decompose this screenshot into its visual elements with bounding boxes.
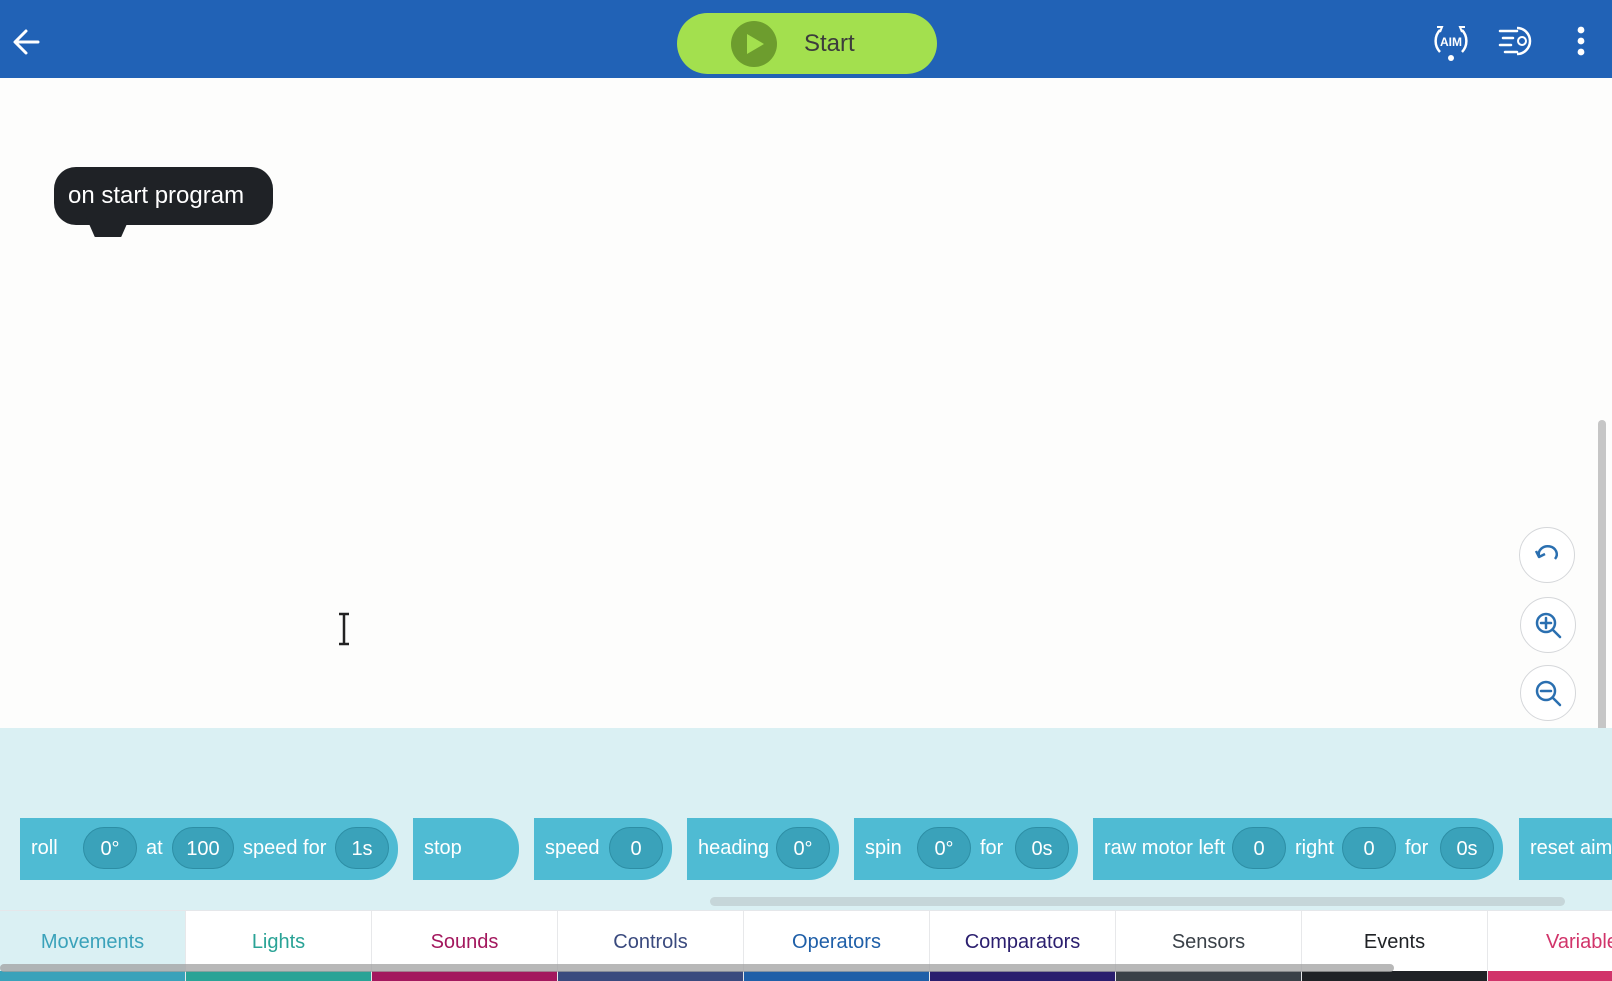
- block-word: speed for: [243, 837, 327, 859]
- heading-input[interactable]: 0°: [83, 827, 137, 869]
- heading-input[interactable]: 0°: [776, 827, 830, 869]
- palette-horizontal-scrollbar[interactable]: [710, 897, 1565, 906]
- tab-label: Controls: [613, 931, 688, 953]
- play-icon: [731, 21, 777, 67]
- duration-input[interactable]: 0s: [1440, 827, 1494, 869]
- on-start-label: on start program: [68, 182, 245, 209]
- text-cursor-icon: [339, 612, 349, 646]
- undo-icon: [1534, 545, 1558, 560]
- tab-label: Comparators: [964, 931, 1081, 953]
- tab-label: Operators: [792, 931, 881, 953]
- heading-block[interactable]: heading 0°: [687, 818, 839, 880]
- block-word: for: [980, 837, 1004, 859]
- speed-input[interactable]: 0: [609, 827, 663, 869]
- block-word: spin: [865, 837, 902, 859]
- tab-label: Sensors: [1171, 931, 1246, 953]
- block-word: reset aim: [1530, 837, 1612, 859]
- start-button[interactable]: Start: [677, 13, 937, 74]
- zoom-in-icon: [1535, 612, 1562, 639]
- duration-input[interactable]: 1s: [335, 827, 389, 869]
- tab-label: Lights: [251, 931, 306, 953]
- aim-icon[interactable]: AIM: [1431, 21, 1471, 61]
- tab-label: Movements: [40, 931, 145, 953]
- undo-button[interactable]: [1519, 527, 1575, 583]
- reset-aim-block[interactable]: reset aim: [1519, 818, 1612, 880]
- arrow-left-icon: [13, 29, 40, 55]
- block-word: speed: [545, 837, 600, 859]
- right-motor-input[interactable]: 0: [1342, 827, 1396, 869]
- duration-input[interactable]: 0s: [1015, 827, 1069, 869]
- tab-label: Sounds: [430, 931, 499, 953]
- more-vertical-icon[interactable]: [1561, 21, 1601, 61]
- aim-icon-label: AIM: [1440, 35, 1462, 49]
- left-motor-input[interactable]: 0: [1232, 827, 1286, 869]
- tab-label: Events: [1363, 931, 1426, 953]
- angle-input[interactable]: 0°: [917, 827, 971, 869]
- zoom-out-button[interactable]: [1520, 665, 1576, 721]
- speed-block[interactable]: speed 0: [534, 818, 672, 880]
- tab-variables[interactable]: Variable: [1488, 911, 1612, 981]
- tab-label: Variable: [1546, 931, 1612, 953]
- start-label: Start: [804, 30, 855, 57]
- block-word: raw motor left: [1104, 837, 1226, 859]
- back-button[interactable]: [8, 22, 48, 62]
- top-bar: Start AIM: [0, 0, 1612, 78]
- stop-block[interactable]: stop: [413, 818, 519, 880]
- roll-block[interactable]: roll 0° at 100 speed for 1s: [20, 818, 398, 880]
- zoom-in-button[interactable]: [1520, 597, 1576, 653]
- tab-horizontal-scrollbar[interactable]: [0, 964, 1394, 972]
- block-word: right: [1295, 837, 1334, 859]
- program-settings-icon[interactable]: [1497, 21, 1537, 61]
- speed-input[interactable]: 100: [172, 827, 234, 869]
- block-word: stop: [424, 837, 462, 859]
- block-word: heading: [698, 837, 770, 859]
- block-word: roll: [31, 837, 58, 859]
- block-word: for: [1405, 837, 1429, 859]
- raw-motor-block[interactable]: raw motor left 0 right 0 for 0s: [1093, 818, 1503, 880]
- spin-block[interactable]: spin 0° for 0s: [854, 818, 1078, 880]
- zoom-out-icon: [1535, 680, 1562, 707]
- block-word: at: [146, 837, 163, 859]
